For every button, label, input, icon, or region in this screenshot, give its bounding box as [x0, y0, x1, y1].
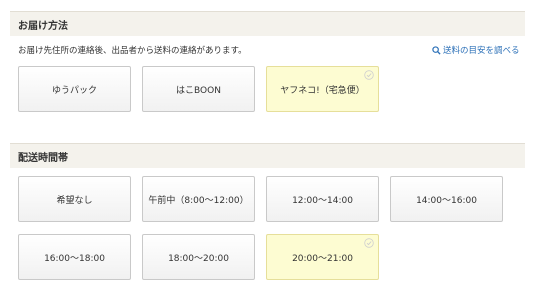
search-icon — [432, 45, 441, 55]
time-option-no-preference[interactable]: 希望なし — [18, 176, 131, 222]
shipping-note: お届け先住所の連絡後、出品者から送料の連絡があります。 — [18, 46, 247, 56]
time-option-12-14[interactable]: 12:00〜14:00 — [266, 176, 379, 222]
check-circle-icon — [364, 238, 374, 248]
option-label: 12:00〜14:00 — [292, 195, 353, 206]
shipping-option-yupack[interactable]: ゆうパック — [18, 66, 131, 112]
time-option-16-18[interactable]: 16:00〜18:00 — [18, 234, 131, 280]
check-circle-icon — [364, 70, 374, 80]
option-label: 16:00〜18:00 — [44, 253, 105, 264]
estimate-link-label: 送料の目安を調べる — [443, 46, 520, 56]
shipping-estimate-link[interactable]: 送料の目安を調べる — [432, 44, 520, 56]
shipping-method-title: お届け方法 — [18, 21, 68, 32]
option-label: はこBOON — [176, 85, 221, 96]
option-label: 20:00〜21:00 — [292, 253, 353, 264]
delivery-time-header: 配送時間帯 — [10, 143, 525, 168]
time-option-morning[interactable]: 午前中（8:00〜12:00） — [142, 176, 255, 222]
time-option-18-20[interactable]: 18:00〜20:00 — [142, 234, 255, 280]
time-option-20-21[interactable]: 20:00〜21:00 — [266, 234, 379, 280]
option-label: ヤフネコ!（宅急便） — [280, 85, 365, 96]
shipping-option-hakoboon[interactable]: はこBOON — [142, 66, 255, 112]
time-option-14-16[interactable]: 14:00〜16:00 — [390, 176, 503, 222]
option-label: 14:00〜16:00 — [416, 195, 477, 206]
delivery-time-title: 配送時間帯 — [18, 153, 68, 164]
option-label: 午前中（8:00〜12:00） — [148, 195, 249, 206]
option-label: ゆうパック — [51, 85, 97, 96]
option-label: 18:00〜20:00 — [168, 253, 229, 264]
shipping-method-header: お届け方法 — [10, 11, 525, 36]
option-label: 希望なし — [56, 195, 93, 206]
shipping-option-yafuneko[interactable]: ヤフネコ!（宅急便） — [266, 66, 379, 112]
